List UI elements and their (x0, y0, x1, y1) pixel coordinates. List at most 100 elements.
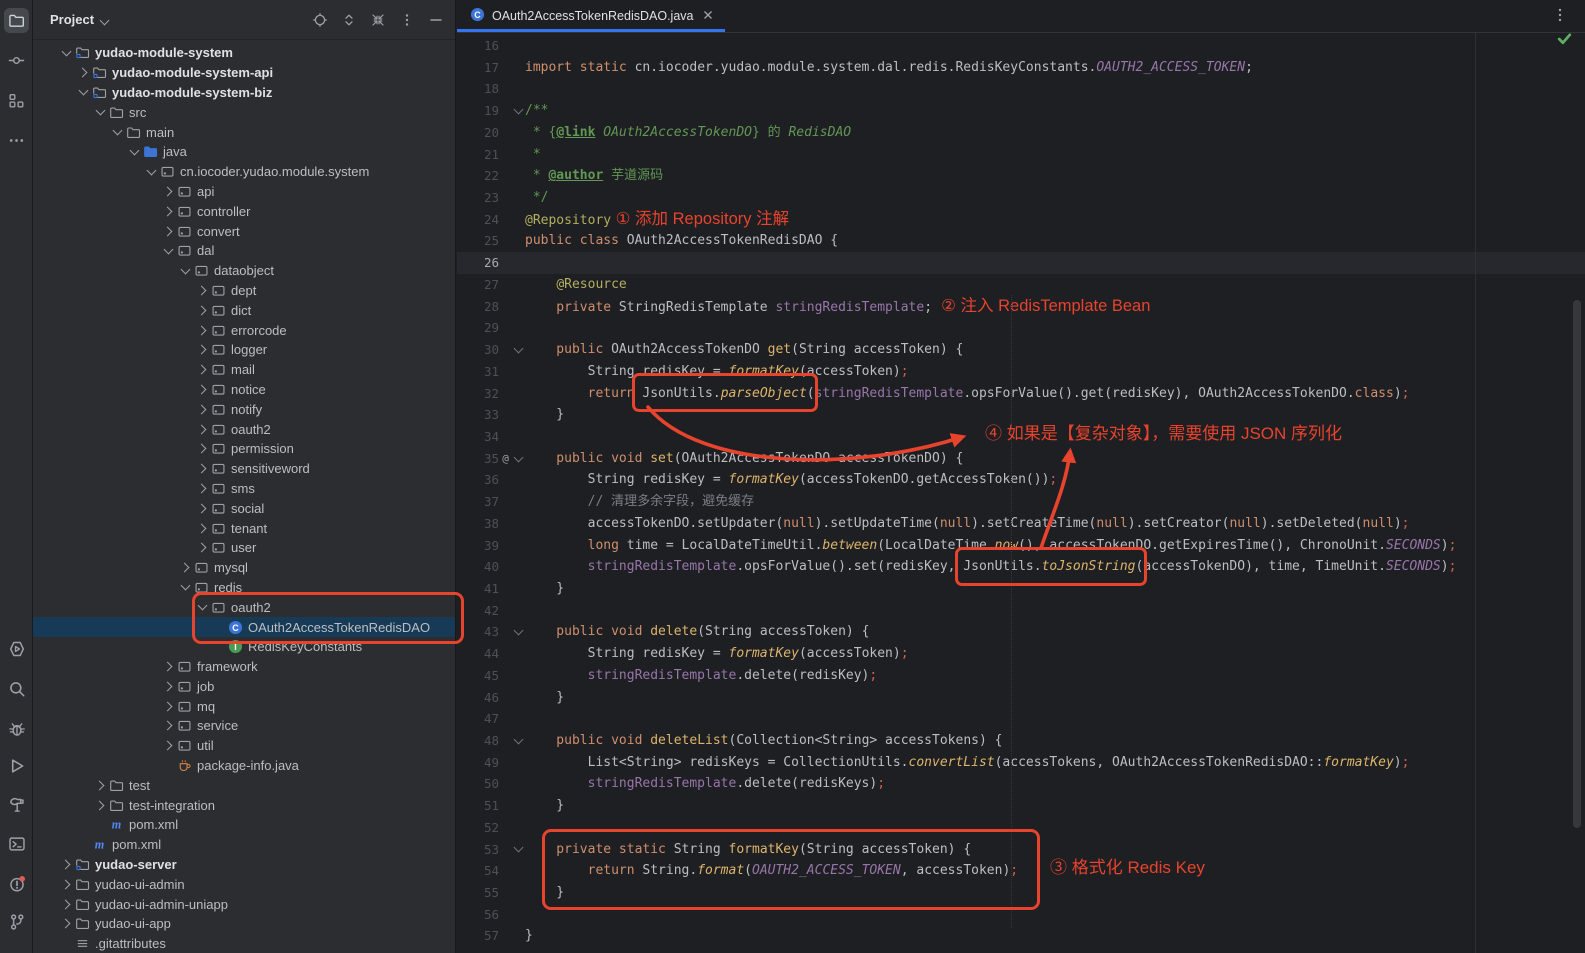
tree-item-sensitiveword[interactable]: sensitiveword (33, 459, 455, 479)
chevron-right-icon[interactable] (195, 307, 209, 314)
code-line-22[interactable]: 22 * @author 芋道源码 (457, 165, 1585, 187)
build-icon[interactable] (4, 792, 29, 817)
code-line-43[interactable]: 43 public void delete(String accessToken… (457, 621, 1585, 643)
tree-item-yudao-ui-app[interactable]: yudao-ui-app (33, 914, 455, 934)
chevron-right-icon[interactable] (195, 485, 209, 492)
code-line-33[interactable]: 33 } (457, 404, 1585, 426)
code-line-26[interactable]: 26 (457, 252, 1585, 274)
chevron-down-icon[interactable] (76, 90, 90, 94)
fold-chevron-icon[interactable] (512, 100, 525, 122)
line-number[interactable]: 31 (457, 361, 499, 383)
line-number[interactable]: 47 (457, 708, 499, 730)
line-number[interactable]: 45 (457, 665, 499, 687)
tree-item-dal[interactable]: dal (33, 241, 455, 261)
tree-item-java[interactable]: java (33, 142, 455, 162)
line-number[interactable]: 53 (457, 839, 499, 861)
tree-item-yudao-module-system[interactable]: yudao-module-system (33, 43, 455, 63)
tree-item-util[interactable]: util (33, 736, 455, 756)
chevron-right-icon[interactable] (195, 327, 209, 334)
line-number[interactable]: 54 (457, 860, 499, 882)
chevron-down-icon[interactable] (59, 51, 73, 55)
commit-icon[interactable] (4, 48, 29, 73)
code-line-31[interactable]: 31 String redisKey = formatKey(accessTok… (457, 361, 1585, 383)
code-line-50[interactable]: 50 stringRedisTemplate.delete(redisKeys)… (457, 773, 1585, 795)
code-area[interactable]: 1617import static cn.iocoder.yudao.modul… (457, 33, 1585, 953)
tree-item-cn-iocoder-yudao-module-system[interactable]: cn.iocoder.yudao.module.system (33, 162, 455, 182)
tree-item-job[interactable]: job (33, 677, 455, 697)
tree-item-yudao-module-system-api[interactable]: yudao-module-system-api (33, 63, 455, 83)
line-number[interactable]: 43 (457, 621, 499, 643)
line-number[interactable]: 33 (457, 404, 499, 426)
code-line-30[interactable]: 30 public OAuth2AccessTokenDO get(String… (457, 339, 1585, 361)
line-number[interactable]: 51 (457, 795, 499, 817)
tree-item-api[interactable]: api (33, 182, 455, 202)
line-number[interactable]: 27 (457, 274, 499, 296)
fold-chevron-icon[interactable] (512, 448, 525, 470)
code-line-46[interactable]: 46 } (457, 687, 1585, 709)
code-line-34[interactable]: 34 (457, 426, 1585, 448)
tree-item-mysql[interactable]: mysql (33, 558, 455, 578)
line-number[interactable]: 18 (457, 78, 499, 100)
fold-chevron-icon[interactable] (512, 621, 525, 643)
chevron-down-icon[interactable] (178, 585, 192, 589)
locate-icon[interactable] (311, 11, 329, 29)
code-line-42[interactable]: 42 (457, 600, 1585, 622)
code-line-48[interactable]: 48 public void deleteList(Collection<Str… (457, 730, 1585, 752)
line-number[interactable]: 22 (457, 165, 499, 187)
collapse-all-icon[interactable] (369, 11, 387, 29)
tree-item-oauth2accesstokenredisdao[interactable]: COAuth2AccessTokenRedisDAO (33, 617, 455, 637)
code-line-44[interactable]: 44 String redisKey = formatKey(accessTok… (457, 643, 1585, 665)
tree-item-framework[interactable]: framework (33, 657, 455, 677)
chevron-right-icon[interactable] (161, 228, 175, 235)
code-line-55[interactable]: 55 } (457, 882, 1585, 904)
line-number[interactable]: 38 (457, 513, 499, 535)
chevron-right-icon[interactable] (93, 782, 107, 789)
menu-icon[interactable] (398, 11, 416, 29)
tree-item-dict[interactable]: dict (33, 300, 455, 320)
tree-item-pom-xml[interactable]: mpom.xml (33, 835, 455, 855)
chevron-right-icon[interactable] (195, 544, 209, 551)
tree-item-dataobject[interactable]: dataobject (33, 261, 455, 281)
tree-item-notify[interactable]: notify (33, 399, 455, 419)
services-icon[interactable] (4, 636, 29, 661)
code-line-28[interactable]: 28 private StringRedisTemplate stringRed… (457, 296, 1585, 318)
tree-item-notice[interactable]: notice (33, 380, 455, 400)
tree-item-test-integration[interactable]: test-integration (33, 795, 455, 815)
tree-item-mq[interactable]: mq (33, 696, 455, 716)
tree-item-social[interactable]: social (33, 498, 455, 518)
line-number[interactable]: 48 (457, 730, 499, 752)
fold-chevron-icon[interactable] (512, 730, 525, 752)
line-number[interactable]: 20 (457, 122, 499, 144)
search-icon[interactable] (4, 676, 29, 701)
chevron-right-icon[interactable] (195, 366, 209, 373)
line-number[interactable]: 23 (457, 187, 499, 209)
code-line-18[interactable]: 18 (457, 78, 1585, 100)
code-line-53[interactable]: 53 private static String formatKey(Strin… (457, 839, 1585, 861)
tree-item-controller[interactable]: controller (33, 201, 455, 221)
code-line-40[interactable]: 40 stringRedisTemplate.opsForValue().set… (457, 556, 1585, 578)
code-line-54[interactable]: 54 return String.format(OAUTH2_ACCESS_TO… (457, 860, 1585, 882)
line-number[interactable]: 17 (457, 57, 499, 79)
tree-item-permission[interactable]: permission (33, 439, 455, 459)
run-icon[interactable] (4, 753, 29, 778)
tree-item-tenant[interactable]: tenant (33, 518, 455, 538)
chevron-down-icon[interactable] (101, 11, 108, 29)
code-line-45[interactable]: 45 stringRedisTemplate.delete(redisKey); (457, 665, 1585, 687)
chevron-down-icon[interactable] (144, 170, 158, 174)
hide-icon[interactable] (427, 11, 445, 29)
fold-chevron-icon[interactable] (512, 339, 525, 361)
tree-item-rediskeyconstants[interactable]: IRedisKeyConstants (33, 637, 455, 657)
chevron-right-icon[interactable] (161, 722, 175, 729)
chevron-right-icon[interactable] (161, 683, 175, 690)
code-line-47[interactable]: 47 (457, 708, 1585, 730)
terminal-icon[interactable] (4, 831, 29, 856)
chevron-right-icon[interactable] (195, 525, 209, 532)
inspection-ok-icon[interactable] (1556, 30, 1573, 52)
problems-icon[interactable] (4, 871, 29, 896)
line-number[interactable]: 40 (457, 556, 499, 578)
code-line-16[interactable]: 16 (457, 35, 1585, 57)
more-tools-icon[interactable] (4, 128, 29, 153)
editor-tab[interactable]: C OAuth2AccessTokenRedisDAO.java (457, 0, 725, 32)
chevron-right-icon[interactable] (195, 287, 209, 294)
chevron-down-icon[interactable] (161, 249, 175, 253)
